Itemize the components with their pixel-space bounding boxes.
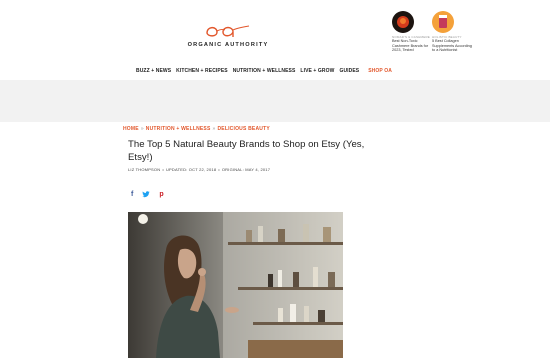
breadcrumb-home[interactable]: HOME bbox=[123, 126, 139, 132]
original-date: ORIGINAL: MAY 4, 2017 bbox=[221, 167, 271, 172]
breadcrumb-separator: » bbox=[140, 126, 144, 132]
promo-card-collagen[interactable]: HOLISTIC BEAUTY 5 Best Collagen Suppleme… bbox=[432, 11, 472, 53]
nav-item-shop[interactable]: SHOP OA bbox=[368, 68, 392, 76]
pinterest-share-icon[interactable]: p bbox=[159, 191, 163, 200]
share-bar: f p bbox=[131, 191, 164, 200]
hero-image bbox=[128, 212, 343, 358]
nav-item-guides[interactable]: GUIDES bbox=[339, 68, 359, 76]
brand-name[interactable]: ORGANIC AUTHORITY bbox=[180, 42, 276, 48]
promo-title[interactable]: 5 Best Collagen Supplements According to… bbox=[432, 39, 472, 53]
nav-item-nutrition-wellness[interactable]: NUTRITION + WELLNESS bbox=[233, 68, 296, 76]
brand-logo-mark[interactable] bbox=[203, 20, 253, 40]
breadcrumb: HOME» NUTRITION + WELLNESS» DELICIOUS BEAU… bbox=[123, 126, 270, 132]
breadcrumb-delicious-beauty[interactable]: DELICIOUS BEAUTY bbox=[217, 126, 269, 132]
nav-item-live-grow[interactable]: LIVE + GROW bbox=[300, 68, 334, 76]
promo-card-cashmere[interactable]: NOMAD'S & CASHMERE Best Non-Toxic Cashme… bbox=[392, 11, 432, 53]
breadcrumb-nutrition-wellness[interactable]: NUTRITION + WELLNESS bbox=[146, 126, 211, 132]
nav-item-buzz-news[interactable]: BUZZ + NEWS bbox=[136, 68, 171, 76]
nav-item-kitchen-recipes[interactable]: KITCHEN + RECIPES bbox=[176, 68, 228, 76]
breadcrumb-separator: » bbox=[212, 126, 216, 132]
ad-banner-slot bbox=[0, 80, 550, 122]
article-byline: LIZ THOMPSON • UPDATED: OCT 22, 2018 • ORIGI… bbox=[128, 167, 271, 172]
facebook-share-icon[interactable]: f bbox=[131, 191, 133, 200]
author-name[interactable]: LIZ THOMPSON bbox=[128, 167, 160, 172]
main-nav: BUZZ + NEWS KITCHEN + RECIPES NUTRITION … bbox=[136, 68, 392, 76]
article-headline: The Top 5 Natural Beauty Brands to Shop … bbox=[128, 139, 365, 163]
updated-date: UPDATED: OCT 22, 2018 bbox=[165, 167, 217, 172]
promo-thumbnail[interactable] bbox=[392, 11, 414, 33]
promo-title[interactable]: Best Non-Toxic Cashmere Brands for 2023,… bbox=[392, 39, 432, 53]
twitter-share-icon[interactable] bbox=[142, 191, 151, 200]
promo-thumbnail[interactable] bbox=[432, 11, 454, 33]
